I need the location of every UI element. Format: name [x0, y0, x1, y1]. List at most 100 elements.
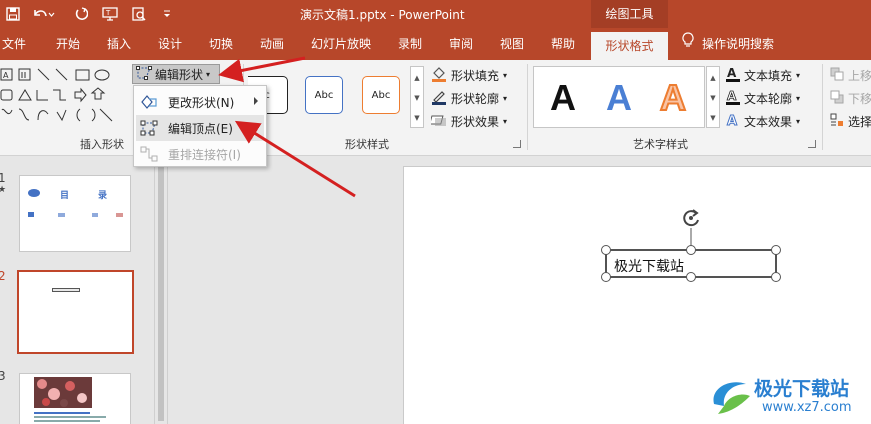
slide-thumbnail-2[interactable]: [17, 270, 134, 354]
tab-file[interactable]: 文件: [2, 28, 26, 60]
reroute-connectors-icon: [136, 141, 162, 167]
reroute-connectors-label: 重排连接符(I): [168, 147, 241, 162]
shape-fill-label: 形状填充: [451, 68, 500, 83]
wordart-preset-black[interactable]: A: [550, 77, 576, 119]
slide-thumbnail-1[interactable]: 目 录: [19, 175, 131, 252]
scroll-up-icon[interactable]: ▲: [707, 69, 719, 87]
tab-home[interactable]: 开始: [56, 28, 80, 60]
shape-effects-icon: [429, 112, 447, 131]
submenu-arrow-icon: [254, 97, 258, 105]
gallery-more-icon[interactable]: ▼: [411, 109, 423, 127]
resize-handle-se[interactable]: [771, 272, 781, 282]
tab-design[interactable]: 设计: [158, 28, 182, 60]
svg-text:T: T: [105, 9, 111, 17]
bring-forward-icon: [830, 67, 844, 84]
resize-handle-w[interactable]: [601, 272, 611, 282]
text-fill-icon: A: [726, 66, 740, 85]
chevron-down-icon: ▾: [796, 116, 801, 126]
wordart-preset-orange[interactable]: A: [659, 76, 687, 119]
chevron-down-icon: ▾: [796, 93, 801, 103]
resize-handle-ne[interactable]: [771, 245, 781, 255]
scrollbar-thumb[interactable]: [158, 161, 164, 421]
edit-points-label: 编辑顶点(E): [168, 121, 233, 136]
selection-pane-icon: [830, 113, 844, 130]
change-shape-menu-item[interactable]: 更改形状(N): [136, 89, 264, 115]
slideshow-from-start-icon[interactable]: T: [100, 4, 120, 24]
edit-shape-menu: 更改形状(N) 编辑顶点(E) 重排连接符(I): [133, 85, 267, 167]
edit-shape-icon: [136, 65, 152, 83]
watermark-url: www.xz7.com: [762, 400, 852, 415]
textbox-text[interactable]: 极光下载站: [614, 256, 684, 276]
shape-style-preset-3[interactable]: Abc: [362, 76, 400, 114]
slide-1-toc-char: 录: [98, 191, 108, 201]
slide-2-textbox-preview: [52, 288, 80, 292]
tab-slideshow[interactable]: 幻灯片放映: [311, 28, 371, 60]
tab-review[interactable]: 审阅: [449, 28, 473, 60]
shape-outline-button[interactable]: 形状轮廓 ▾: [431, 88, 507, 108]
shape-style-preset-2[interactable]: Abc: [305, 76, 343, 114]
text-outline-label: 文本轮廓: [744, 91, 793, 106]
tab-insert[interactable]: 插入: [107, 28, 131, 60]
wordart-styles-gallery[interactable]: A A A: [533, 66, 705, 128]
thumbnails-scrollbar[interactable]: [154, 157, 168, 424]
scroll-down-icon[interactable]: ▼: [707, 89, 719, 107]
scroll-down-icon[interactable]: ▼: [411, 89, 423, 107]
ribbon-tabs: 文件 开始 插入 设计 切换 动画 幻灯片放映 录制 审阅 视图 帮助 形状格式…: [0, 28, 871, 60]
text-effects-button[interactable]: A 文本效果 ▾: [726, 111, 801, 131]
svg-text:A: A: [727, 114, 737, 128]
edit-points-menu-item[interactable]: 编辑顶点(E): [136, 115, 264, 141]
slide-thumbnails-pane: 1 ★ 目 录 2 3: [0, 157, 150, 424]
text-outline-button[interactable]: A 文本轮廓 ▾: [726, 88, 800, 108]
svg-text:A: A: [3, 71, 9, 80]
print-preview-icon[interactable]: [130, 4, 148, 24]
send-backward-button[interactable]: 下移: [830, 88, 871, 108]
text-fill-label: 文本填充: [744, 68, 793, 83]
ribbon-shape-format: A 编辑形状 ▾ 插入形状 Abc Abc Abc: [0, 60, 871, 156]
redo-icon[interactable]: [72, 4, 90, 24]
resize-handle-n[interactable]: [686, 245, 696, 255]
tab-view[interactable]: 视图: [500, 28, 524, 60]
shape-styles-gallery-scroll[interactable]: ▲ ▼ ▼: [410, 66, 424, 128]
tell-me-search[interactable]: 操作说明搜索: [682, 28, 774, 60]
tab-transitions[interactable]: 切换: [209, 28, 233, 60]
edit-shape-button[interactable]: 编辑形状 ▾: [132, 64, 220, 84]
slide-thumbnail-3[interactable]: [19, 373, 131, 424]
customize-qat-icon[interactable]: [160, 4, 174, 24]
shape-effects-button[interactable]: 形状效果 ▾: [429, 111, 507, 131]
chevron-down-icon: ▾: [206, 69, 211, 79]
text-effects-label: 文本效果: [744, 114, 793, 129]
svg-text:A: A: [727, 89, 737, 103]
paint-bucket-icon: [431, 66, 447, 85]
change-shape-label: 更改形状(N): [168, 95, 235, 110]
wordart-gallery-scroll[interactable]: ▲ ▼ ▼: [706, 66, 720, 128]
shape-styles-dialog-launcher[interactable]: [513, 140, 521, 148]
change-shape-icon: [136, 89, 162, 115]
tab-help[interactable]: 帮助: [551, 28, 575, 60]
text-outline-icon: A: [726, 88, 740, 108]
slide-number: 1: [0, 171, 6, 185]
tab-animations[interactable]: 动画: [260, 28, 284, 60]
selection-pane-button[interactable]: 选择: [830, 111, 871, 131]
wordart-preset-blue[interactable]: A: [606, 77, 632, 119]
selection-pane-label: 选择: [848, 114, 871, 129]
slide-1-toc-char: 目: [60, 191, 70, 201]
text-fill-button[interactable]: A 文本填充 ▾: [726, 65, 800, 85]
rotate-handle-icon[interactable]: [680, 207, 702, 229]
gallery-more-icon[interactable]: ▼: [707, 109, 719, 127]
style-sample-text: Abc: [371, 89, 391, 101]
tab-record[interactable]: 录制: [398, 28, 422, 60]
bring-forward-label: 上移: [848, 68, 871, 83]
tab-shape-format[interactable]: 形状格式: [591, 32, 668, 60]
wordart-dialog-launcher[interactable]: [808, 140, 816, 148]
reroute-connectors-menu-item[interactable]: 重排连接符(I): [136, 141, 264, 167]
scroll-up-icon[interactable]: ▲: [411, 69, 423, 87]
undo-icon[interactable]: [30, 4, 56, 24]
slide-number: 2: [0, 269, 6, 283]
bring-forward-button[interactable]: 上移: [830, 65, 871, 85]
resize-handle-s[interactable]: [686, 272, 696, 282]
shapes-gallery[interactable]: A: [0, 66, 116, 126]
send-backward-label: 下移: [848, 91, 871, 106]
shape-fill-button[interactable]: 形状填充 ▾: [431, 65, 507, 85]
resize-handle-nw[interactable]: [601, 245, 611, 255]
save-icon[interactable]: [4, 4, 22, 24]
